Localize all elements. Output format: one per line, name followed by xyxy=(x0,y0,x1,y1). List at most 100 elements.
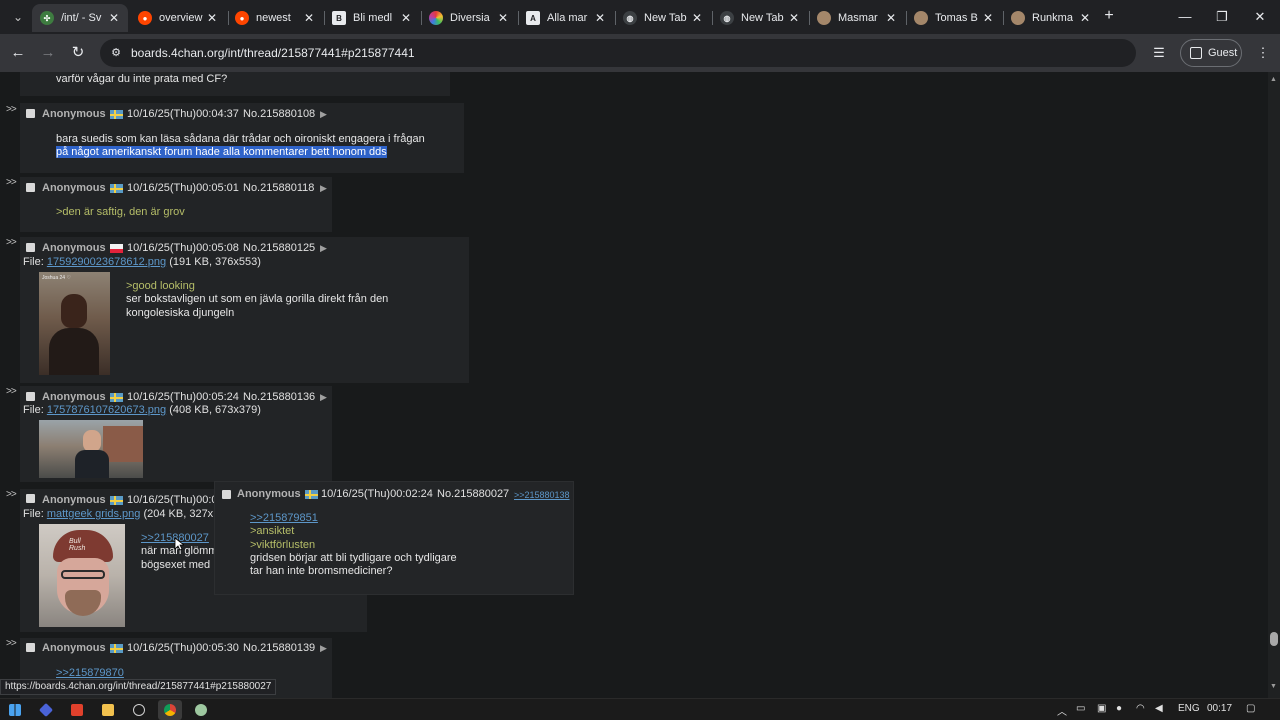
file-link[interactable]: 1759290023678612.png xyxy=(47,256,166,268)
post-menu-icon[interactable]: ▶ xyxy=(320,109,327,120)
reload-button[interactable]: ↻ xyxy=(68,43,88,63)
volume-icon[interactable]: ◀ xyxy=(1155,703,1163,714)
new-tab-button[interactable]: + xyxy=(1101,8,1117,24)
tray-chevron-icon[interactable]: ︿ xyxy=(1057,703,1067,718)
post-checkbox[interactable] xyxy=(26,643,35,652)
post-comment: ser bokstavligen ut som en jävla gorilla… xyxy=(126,293,389,305)
close-icon[interactable]: ✕ xyxy=(883,11,899,25)
app-icon[interactable] xyxy=(127,700,151,720)
back-button[interactable]: ← xyxy=(8,43,28,63)
post-checkbox[interactable] xyxy=(26,494,35,503)
tab-search-icon[interactable]: ☰ xyxy=(1150,44,1168,62)
forward-button[interactable]: → xyxy=(38,43,58,63)
tab-8[interactable]: Masmar ✕ xyxy=(809,4,905,32)
restore-button[interactable]: ❐ xyxy=(1211,6,1233,28)
tab-6[interactable]: ◍ New Tab ✕ xyxy=(615,4,711,32)
tab-9[interactable]: Tomas B ✕ xyxy=(906,4,1002,32)
close-icon[interactable]: ✕ xyxy=(1077,11,1093,25)
sweden-flag-icon xyxy=(110,110,123,119)
thumbnail-figure xyxy=(75,450,109,478)
notifications-icon[interactable]: ▢ xyxy=(1246,703,1255,714)
post-menu-icon[interactable]: ▶ xyxy=(320,243,327,254)
post-checkbox[interactable] xyxy=(26,109,35,118)
post-thumbnail[interactable]: Joshua 24 ♡ xyxy=(39,272,110,375)
post-number[interactable]: No.215880139 xyxy=(243,642,315,654)
scrollbar-thumb[interactable] xyxy=(1270,632,1278,646)
post-number[interactable]: No.215880027 xyxy=(437,488,509,500)
file-size: (204 KB, 327x xyxy=(143,508,214,520)
close-icon[interactable]: ✕ xyxy=(398,11,414,25)
wifi-icon[interactable]: ◠ xyxy=(1136,703,1145,714)
post-menu-icon[interactable]: ▶ xyxy=(320,183,327,194)
close-icon[interactable]: ✕ xyxy=(301,11,317,25)
file-link[interactable]: 1757876107620673.png xyxy=(47,404,166,416)
scroll-down-icon[interactable]: ▼ xyxy=(1270,683,1277,690)
poster-name: Anonymous xyxy=(42,242,106,254)
app-icon[interactable] xyxy=(34,700,58,720)
language-indicator[interactable]: ENG xyxy=(1178,703,1200,714)
brave-icon[interactable] xyxy=(65,700,89,720)
reddit-icon: ● xyxy=(138,11,152,25)
sweden-flag-icon xyxy=(110,496,123,505)
microphone-icon[interactable]: ● xyxy=(1116,703,1122,714)
post-number[interactable]: No.215880108 xyxy=(243,108,315,120)
post-comment: bögsexet med xyxy=(141,559,211,571)
tab-5[interactable]: A Alla mar ✕ xyxy=(518,4,614,32)
app-icon[interactable] xyxy=(189,700,213,720)
post-menu-icon[interactable]: ▶ xyxy=(320,392,327,403)
backlink[interactable]: >>215880138 xyxy=(514,490,570,500)
tab-3[interactable]: B Bli medl ✕ xyxy=(324,4,420,32)
post-number[interactable]: No.215880118 xyxy=(243,182,314,194)
address-bar[interactable]: ⚙ boards.4chan.org/int/thread/215877441#… xyxy=(100,39,1136,67)
close-icon[interactable]: ✕ xyxy=(786,11,802,25)
close-icon[interactable]: ✕ xyxy=(689,11,705,25)
profile-button[interactable]: Guest xyxy=(1180,39,1242,67)
site-info-icon[interactable]: ⚙ xyxy=(108,45,124,61)
tab-2[interactable]: ● newest ✕ xyxy=(227,4,323,32)
post-thumbnail[interactable] xyxy=(39,420,143,478)
minimize-button[interactable]: — xyxy=(1174,6,1196,28)
reply-arrows: >> xyxy=(6,104,17,115)
scroll-up-icon[interactable]: ▲ xyxy=(1270,76,1277,83)
quote-link[interactable]: >>215879851 xyxy=(250,512,318,524)
close-icon[interactable]: ✕ xyxy=(204,11,220,25)
post-number[interactable]: No.215880136 xyxy=(243,391,315,403)
post-checkbox[interactable] xyxy=(26,392,35,401)
thumbnail-figure xyxy=(61,294,87,328)
file-prefix: File: xyxy=(23,508,44,520)
post-datetime: 10/16/25(Thu)00:05:08 xyxy=(127,242,239,254)
tab-7[interactable]: ◍ New Tab ✕ xyxy=(712,4,808,32)
page-scrollbar[interactable] xyxy=(1268,72,1280,698)
post-thumbnail[interactable]: Bull Rush xyxy=(39,524,125,627)
tab-10[interactable]: Runkma ✕ xyxy=(1003,4,1099,32)
battery-icon[interactable]: ▭ xyxy=(1076,703,1085,714)
menu-icon[interactable]: ⋮ xyxy=(1254,44,1272,62)
device-icon[interactable]: ▣ xyxy=(1097,703,1106,714)
file-explorer-icon[interactable] xyxy=(96,700,120,720)
post-checkbox[interactable] xyxy=(26,183,35,192)
tab-search-icon[interactable]: ⌄ xyxy=(10,9,26,25)
tab-0[interactable]: ✣ /int/ - Sv ✕ xyxy=(32,4,128,32)
url-text[interactable]: boards.4chan.org/int/thread/215877441#p2… xyxy=(131,46,415,60)
close-icon[interactable]: ✕ xyxy=(980,11,996,25)
poster-name: Anonymous xyxy=(42,494,106,506)
close-icon[interactable]: ✕ xyxy=(106,11,122,25)
post-comment: varför vågar du inte prata med CF? xyxy=(56,73,228,85)
sweden-flag-icon xyxy=(305,490,318,499)
start-button[interactable] xyxy=(3,700,27,720)
tab-4[interactable]: Diversia ✕ xyxy=(421,4,517,32)
chrome-icon[interactable] xyxy=(158,700,182,720)
clock[interactable]: 00:17 xyxy=(1207,703,1232,714)
post-checkbox[interactable] xyxy=(26,243,35,252)
quote-link[interactable]: >>215879870 xyxy=(56,667,124,679)
post-menu-icon[interactable]: ▶ xyxy=(320,643,327,654)
tab-1[interactable]: ● overview ✕ xyxy=(130,4,226,32)
close-icon[interactable]: ✕ xyxy=(495,11,511,25)
status-bar-url: https://boards.4chan.org/int/thread/2158… xyxy=(0,679,277,695)
quote-preview-popup: Anonymous 10/16/25(Thu)00:02:24 No.21588… xyxy=(214,481,574,595)
close-icon[interactable]: ✕ xyxy=(592,11,608,25)
close-window-button[interactable]: ✕ xyxy=(1249,6,1271,28)
post-number[interactable]: No.215880125 xyxy=(243,242,315,254)
post-checkbox[interactable] xyxy=(222,490,231,499)
file-link[interactable]: mattgeek grids.png xyxy=(47,508,141,520)
